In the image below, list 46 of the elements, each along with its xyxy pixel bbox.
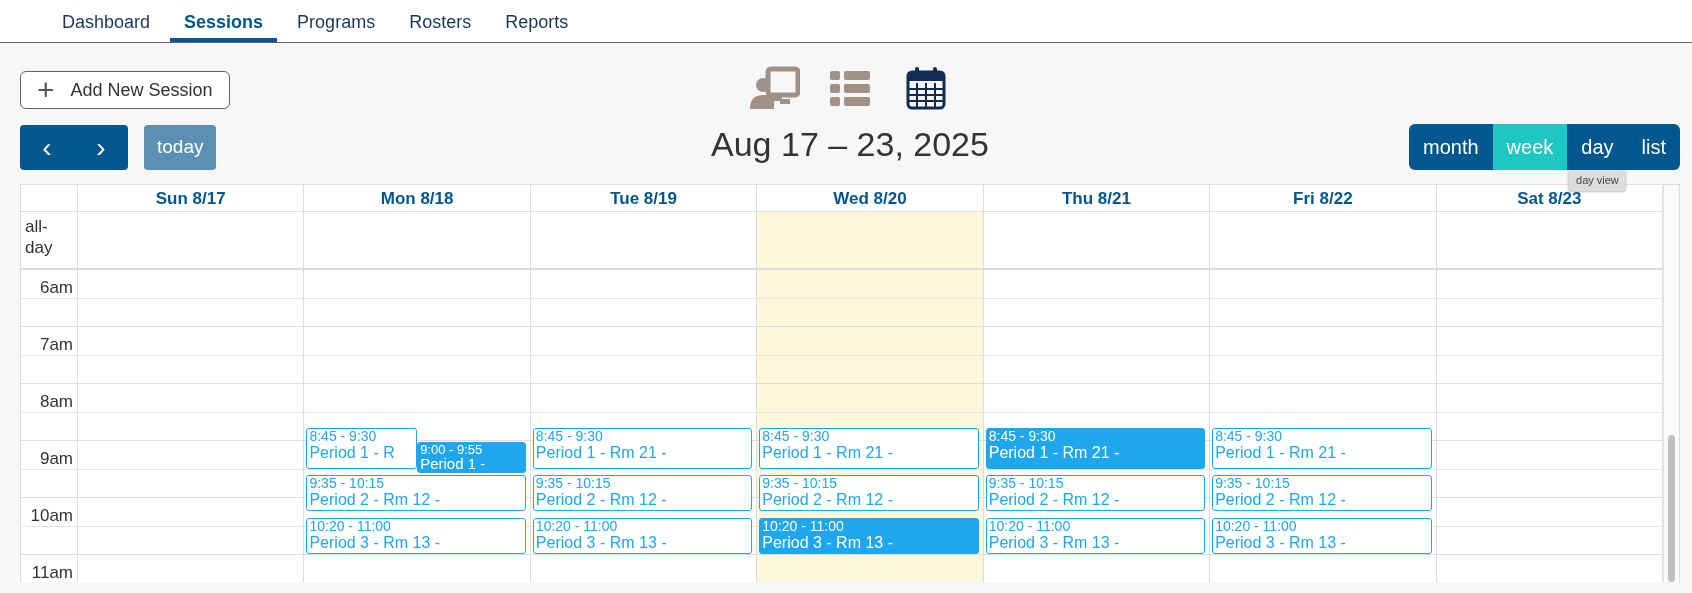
time-label: 10am (29, 505, 74, 527)
day-header: Tue 8/19 (530, 185, 758, 212)
view-button[interactable]: day (1567, 124, 1628, 170)
add-session-button[interactable]: + Add New Session (20, 71, 230, 109)
time-label: 8am (38, 391, 74, 413)
day-header: Mon 8/18 (304, 185, 531, 212)
session-event[interactable]: 8:45 - 9:30 Period 1 - Rm 21 - (1212, 427, 1432, 469)
session-event[interactable]: 9:35 - 10:15 Period 2 - Rm 12 - (532, 475, 753, 512)
session-event[interactable]: 10:20 - 11:00 Period 3 - Rm 13 - (1212, 518, 1432, 554)
view-button[interactable]: month (1409, 124, 1493, 170)
view-button[interactable]: list (1627, 124, 1680, 170)
session-event[interactable]: 9:35 - 10:15 Period 2 - Rm 12 - (759, 475, 979, 512)
nav-tab[interactable]: Reports (491, 0, 583, 42)
date-range-title: Aug 17 – 23, 2025 (711, 124, 989, 165)
session-event[interactable]: 8:45 - 9:30 Period 1 - Rm 21 - (532, 427, 753, 469)
nav-tab[interactable]: Programs (283, 0, 390, 42)
session-event[interactable]: 10:20 - 11:00 Period 3 - Rm 13 - (985, 518, 1206, 554)
session-event[interactable]: 10:20 - 11:00 Period 3 - Rm 13 - (306, 518, 526, 554)
session-event[interactable]: 10:20 - 11:00 Period 3 - Rm 13 - (759, 518, 979, 554)
previous-button[interactable]: ‹ (20, 125, 74, 170)
day-header: Sat 8/23 (1436, 185, 1663, 212)
session-event[interactable]: 8:45 - 9:30 Period 1 - Rm 21 - (759, 427, 979, 469)
scrollbar[interactable] (1663, 185, 1679, 582)
day-header: Fri 8/22 (1210, 185, 1437, 212)
session-event[interactable]: 8:45 - 9:30 Period 1 - Rm 21 - (985, 427, 1206, 469)
session-event[interactable]: 8:45 - 9:30 Period 1 - R (306, 427, 418, 469)
presenter-icon[interactable] (748, 65, 800, 111)
nav-tab[interactable]: Rosters (395, 0, 486, 42)
session-event[interactable]: 9:35 - 10:15 Period 2 - Rm 12 - (306, 475, 526, 512)
all-day-label: all-day (24, 216, 54, 259)
session-event[interactable]: 9:35 - 10:15 Period 2 - Rm 12 - (985, 475, 1206, 512)
tooltip: day view (1569, 170, 1626, 191)
session-event[interactable]: 9:00 - 9:55 Period 1 - (417, 442, 526, 474)
nav-tab[interactable]: Dashboard (48, 0, 165, 42)
session-event[interactable]: 10:20 - 11:00 Period 3 - Rm 13 - (532, 518, 753, 554)
time-label: 11am (30, 562, 74, 582)
day-header: Thu 8/21 (983, 185, 1211, 212)
nav-tab[interactable]: Sessions (170, 0, 278, 42)
plus-icon: + (37, 75, 55, 105)
day-header: Sun 8/17 (78, 185, 305, 212)
view-button[interactable]: week (1492, 124, 1568, 170)
time-label: 9am (38, 448, 74, 470)
session-event[interactable]: 9:35 - 10:15 Period 2 - Rm 12 - (1212, 475, 1432, 512)
time-label: 6am (38, 277, 74, 299)
time-label: 7am (38, 334, 74, 356)
next-button[interactable]: › (74, 125, 128, 170)
